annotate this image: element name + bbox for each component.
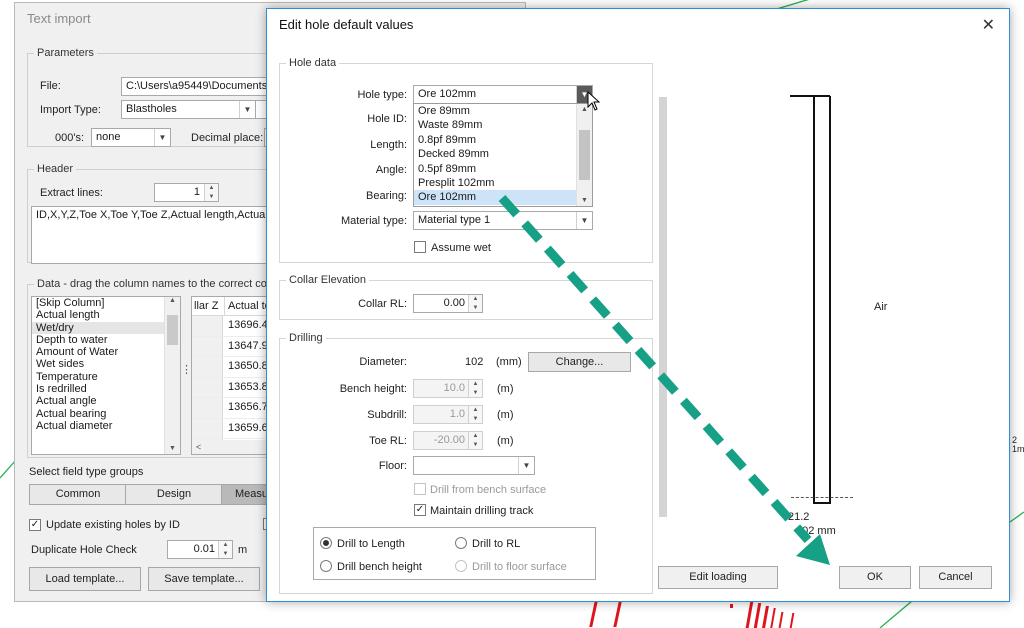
dashed-arrow-icon (498, 194, 830, 565)
